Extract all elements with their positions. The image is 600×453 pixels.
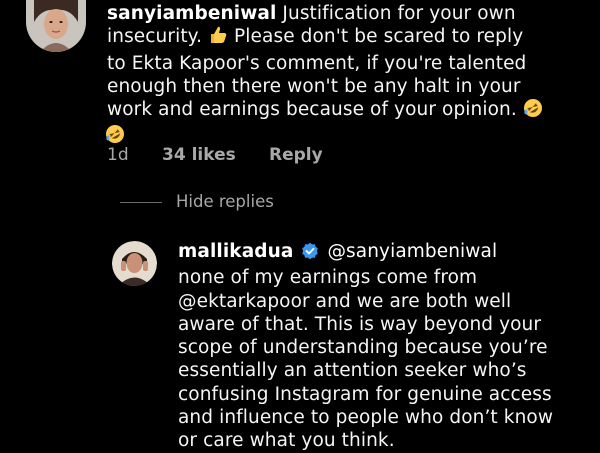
reply-line: and influence to people who don’t know [178,407,554,429]
reply-line: essentially an attention seeker who’s [178,360,527,382]
reply-line: scope of understanding because you’re [178,337,548,359]
thumbs-up-emoji-icon [208,25,228,51]
comment-username[interactable]: sanyiambeniwal [107,3,276,24]
comment-meta: 1d 34 likes Reply [107,145,427,167]
comment-line: enough then there won't be any halt in y… [107,75,521,97]
hide-replies-label[interactable]: Hide replies [176,192,274,211]
comment-line: work and earnings because of your opinio… [107,99,517,121]
mention-link[interactable]: @sanyiambeniwal [327,241,497,262]
reply-line: or care what you think. [178,430,395,452]
comment-time: 1d [107,145,129,165]
reply-body: mallikadua @sanyiambeniwal none of my ea… [178,240,553,453]
comment-line: to Ekta Kapoor's comment, if you're tale… [107,52,527,74]
reply-line: aware of that. This is way beyond your [178,313,542,335]
avatar[interactable] [112,241,157,286]
avatar[interactable] [26,0,86,52]
comment-line: Please don't be scared to reply [234,26,524,48]
rolling-laughing-emoji-icon [523,98,543,124]
likes-count[interactable]: 34 likes [162,145,236,165]
reply-button[interactable]: Reply [269,145,323,165]
reply-line: @ektarkapoor and we are both well [178,290,512,312]
divider [120,202,162,203]
verified-badge-icon [301,242,319,266]
reply-line: none of my earnings come from [178,267,478,289]
comment-body: sanyiambeniwal Justification for your ow… [106,2,543,151]
reply-line: confusing Instagram for genuine access [178,383,552,405]
reply-username[interactable]: mallikadua [178,241,293,262]
comment-line: Justification for your own [276,3,516,24]
comment-line: insecurity. [107,26,203,48]
